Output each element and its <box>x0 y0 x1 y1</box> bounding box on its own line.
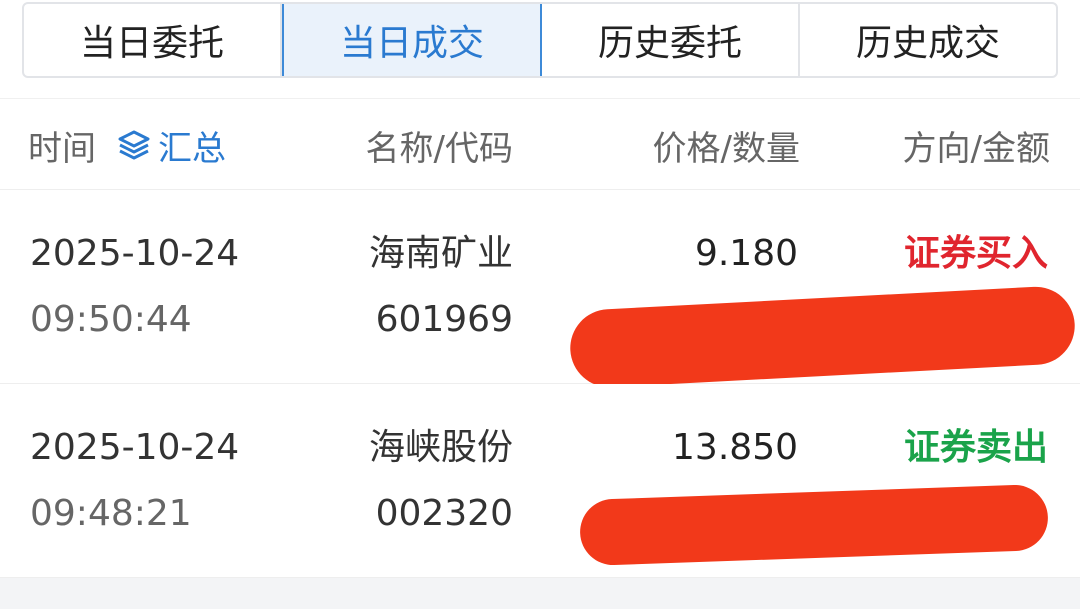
footer-band <box>0 578 1080 609</box>
trade-date: 2025-10-24 <box>30 233 240 274</box>
trade-direction: 证券买入 <box>903 233 1048 274</box>
tab-history-trades[interactable]: 历史成交 <box>800 4 1056 76</box>
stock-name: 海峡股份 <box>368 427 513 468</box>
stock-code: 601969 <box>375 299 513 340</box>
tab-bar: 当日委托 当日成交 历史委托 历史成交 <box>22 2 1058 78</box>
trade-direction: 证券卖出 <box>903 427 1048 468</box>
header-name-code: 名称/代码 <box>365 128 513 169</box>
header-price-qty: 价格/数量 <box>652 128 800 169</box>
trade-date: 2025-10-24 <box>30 427 240 468</box>
trade-time: 09:50:44 <box>30 299 192 340</box>
summary-label: 汇总 <box>158 128 226 169</box>
tab-history-orders[interactable]: 历史委托 <box>542 4 800 76</box>
redaction-mark <box>568 284 1077 390</box>
summary-button[interactable]: 汇总 <box>116 99 226 191</box>
redaction-mark <box>578 483 1050 567</box>
header-time: 时间 <box>28 128 96 169</box>
table-row[interactable]: 2025-10-24 09:48:21 海峡股份 002320 13.850 证… <box>0 384 1080 578</box>
trade-price: 13.850 <box>672 427 798 468</box>
tab-today-trades[interactable]: 当日成交 <box>282 4 542 76</box>
stock-name: 海南矿业 <box>368 233 513 274</box>
trade-price: 9.180 <box>694 233 798 274</box>
stock-code: 002320 <box>375 493 513 534</box>
spacer <box>0 80 1080 98</box>
header-direction-amount: 方向/金额 <box>902 128 1050 169</box>
trade-time: 09:48:21 <box>30 493 192 534</box>
table-row[interactable]: 2025-10-24 09:50:44 海南矿业 601969 9.180 证券… <box>0 190 1080 390</box>
tab-today-orders[interactable]: 当日委托 <box>24 4 282 76</box>
table-header: 时间 汇总 名称/代码 价格/数量 方向/金额 <box>0 98 1080 190</box>
layers-icon <box>116 127 152 163</box>
